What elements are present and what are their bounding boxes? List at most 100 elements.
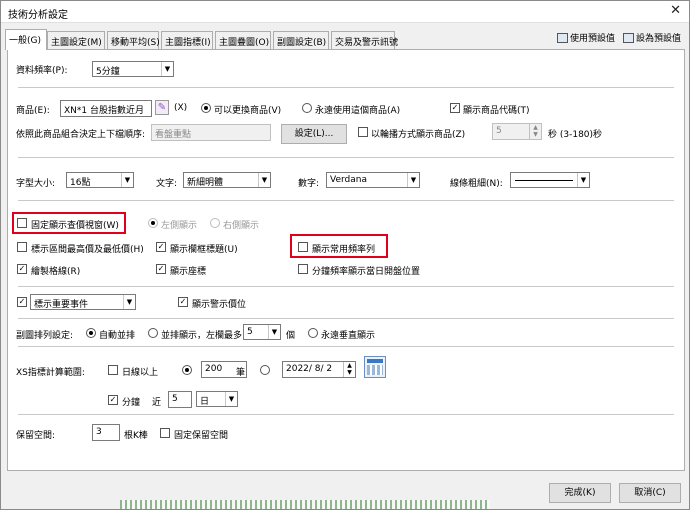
freq-value: 5分鐘 [96, 67, 120, 77]
count-unit: 筆 [236, 368, 246, 378]
divider [18, 318, 674, 319]
rotate-checkbox[interactable] [358, 127, 368, 137]
subchart-label: 副圖排列設定: [16, 331, 74, 341]
count-radio[interactable] [182, 365, 192, 375]
dialog-window: 技術分析設定 ✕ 一般(G) 主圖設定(M) 移動平均(S) 主圖指標(I) 主… [0, 0, 690, 510]
show-title-checkbox[interactable]: ✓ [156, 242, 166, 252]
draw-grid-label: 繪製格線(R) [31, 267, 81, 277]
group-input[interactable]: 看盤重點 [151, 124, 271, 141]
high-low-checkbox[interactable] [17, 242, 27, 252]
reserve-value: 3 [96, 427, 102, 437]
chevron-down-icon: ▼ [121, 173, 133, 187]
set-default-label: 設為預設值 [636, 34, 682, 44]
close-icon[interactable]: ✕ [670, 3, 681, 18]
high-low-label: 標示區間最高價及最低價(H) [31, 245, 144, 255]
mark-event-select[interactable]: 標示重要事件 ▼ [30, 294, 136, 310]
recent-label: 近 [152, 398, 162, 408]
group-settings-button[interactable]: 設定(L)... [281, 124, 347, 144]
mark-event-checkbox[interactable]: ✓ [17, 297, 27, 307]
chevron-down-icon: ▼ [225, 392, 237, 406]
minute-label: 分鐘 [122, 398, 141, 408]
draw-grid-checkbox[interactable]: ✓ [17, 264, 27, 274]
radio-changeable-label: 可以更換商品(V) [214, 106, 282, 116]
use-default-icon [557, 33, 568, 43]
number-font-value: Verdana [330, 175, 367, 185]
text-font-value: 新細明體 [187, 178, 224, 188]
title-bar: 技術分析設定 ✕ [1, 1, 689, 23]
day-above-label: 日線以上 [122, 368, 159, 378]
left-show-radio[interactable] [148, 218, 158, 228]
line-sample [515, 180, 573, 181]
tab-general[interactable]: 一般(G) [5, 29, 47, 50]
use-default-label: 使用預設值 [570, 34, 616, 44]
chevron-down-icon: ▼ [123, 295, 135, 309]
fixed-window-checkbox[interactable] [17, 218, 27, 228]
xs-label: XS指標計算範圍: [16, 368, 85, 378]
calendar-icon[interactable] [364, 356, 386, 378]
chevron-down-icon: ▼ [407, 173, 419, 187]
minute-checkbox[interactable]: ✓ [108, 395, 118, 405]
fixed-reserve-checkbox[interactable] [160, 428, 170, 438]
chevron-down-icon: ▼ [577, 173, 589, 187]
show-alert-checkbox[interactable]: ✓ [178, 297, 188, 307]
auto-arrange-radio[interactable] [86, 328, 96, 338]
line-width-label: 線條粗細(N): [450, 179, 503, 189]
chevron-down-icon: ▼ [258, 173, 270, 187]
use-default-button[interactable]: 使用預設值 [557, 31, 615, 44]
tab-trade-alert[interactable]: 交易及警示訊號 [331, 31, 398, 49]
side-count-select[interactable]: 5 ▼ [243, 324, 281, 340]
product-picker-icon[interactable]: ✎ [155, 100, 169, 115]
auto-arrange-label: 自動並排 [99, 331, 136, 341]
vertical-label: 永遠垂直顯示 [321, 331, 376, 341]
number-font-label: 數字: [298, 179, 320, 189]
tab-main-indicator[interactable]: 主圖指標(I) [161, 31, 213, 49]
rotate-seconds-input[interactable]: 5 ▲ ▼ [492, 123, 542, 140]
recent-input[interactable]: 5 [168, 391, 192, 408]
recent-unit-select[interactable]: 日 ▼ [196, 391, 238, 407]
group-label: 依照此商品組合決定上下檔順序: [16, 130, 146, 140]
spinner-icon[interactable]: ▲ ▼ [529, 124, 541, 139]
tab-sub-chart[interactable]: 副圖設定(B) [273, 31, 329, 49]
tab-main-overlay[interactable]: 主圖疊圖(O) [215, 31, 271, 49]
date-radio[interactable] [260, 365, 270, 375]
chevron-down-icon: ▼ [268, 325, 280, 339]
reserve-input[interactable]: 3 [92, 424, 120, 441]
cancel-button[interactable]: 取消(C) [619, 483, 681, 503]
product-value: XN*1 台股指數近月 [64, 106, 144, 116]
radio-fixed[interactable] [302, 103, 312, 113]
show-coord-checkbox[interactable]: ✓ [156, 264, 166, 274]
tab-main-chart[interactable]: 主圖設定(M) [47, 31, 105, 49]
vertical-radio[interactable] [308, 328, 318, 338]
day-above-checkbox[interactable] [108, 365, 118, 375]
calendar-header [367, 359, 383, 363]
right-show-label: 右側顯示 [223, 221, 260, 231]
spinner-icon[interactable]: ▲ ▼ [343, 362, 355, 377]
right-show-radio[interactable] [210, 218, 220, 228]
text-font-select[interactable]: 新細明體 ▼ [183, 172, 271, 188]
product-input[interactable]: XN*1 台股指數近月 [60, 100, 152, 117]
divider [18, 157, 674, 158]
recent-value: 5 [172, 394, 178, 404]
line-width-select[interactable]: ▼ [510, 172, 590, 188]
fontsize-select[interactable]: 16點 ▼ [66, 172, 134, 188]
show-title-label: 顯示欄框標題(U) [170, 245, 238, 255]
side-arrange-radio[interactable] [148, 328, 158, 338]
divider [18, 286, 674, 287]
ok-button[interactable]: 完成(K) [549, 483, 611, 503]
product-label: 商品(E): [16, 106, 50, 116]
date-input[interactable]: 2022/ 8/ 2 ▲ ▼ [282, 361, 356, 378]
window-title: 技術分析設定 [8, 10, 68, 21]
reserve-unit: 根K棒 [124, 431, 148, 441]
product-code: (X) [174, 103, 188, 113]
divider [18, 346, 674, 347]
fontsize-value: 16點 [70, 178, 91, 188]
number-font-select[interactable]: Verdana ▼ [326, 172, 420, 188]
show-alert-label: 顯示警示價位 [192, 300, 247, 310]
show-code-checkbox[interactable]: ✓ [450, 103, 460, 113]
set-default-button[interactable]: 設為預設值 [623, 31, 681, 44]
freq-row-checkbox[interactable] [298, 242, 308, 252]
radio-changeable[interactable] [201, 103, 211, 113]
split-freq-checkbox[interactable] [298, 264, 308, 274]
tab-moving-average[interactable]: 移動平均(S) [107, 31, 160, 49]
freq-select[interactable]: 5分鐘 ▼ [92, 61, 174, 77]
